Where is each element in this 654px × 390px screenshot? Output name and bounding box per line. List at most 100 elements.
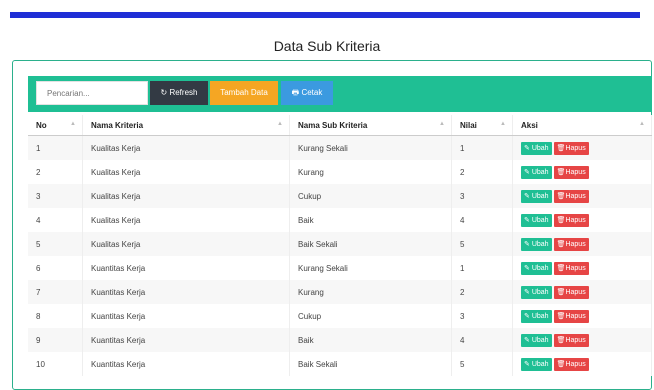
edit-button[interactable]: ✎ Ubah	[521, 309, 552, 323]
table-row: 1 Kualitas Kerja Kurang Sekali 1 ✎ Ubah 🗑Hapu…	[28, 135, 652, 160]
table-row: 8 Kuantitas Kerja Cukup 3 ✎ Ubah 🗑Hapus	[28, 304, 652, 328]
delete-button[interactable]: 🗑Hapus	[553, 285, 589, 299]
cell-no: 5	[28, 232, 83, 256]
table-row: 7 Kuantitas Kerja Kurang 2 ✎ Ubah 🗑Hapus	[28, 280, 652, 304]
cell-nama-kriteria: Kuantitas Kerja	[82, 304, 290, 328]
refresh-label: Refresh	[169, 88, 198, 97]
sort-icon: ▲	[639, 121, 645, 127]
table-row: 5 Kualitas Kerja Baik Sekali 5 ✎ Ubah 🗑Hapus	[28, 232, 652, 256]
cell-no: 1	[28, 135, 83, 160]
cell-no: 10	[28, 352, 83, 376]
edit-button[interactable]: ✎ Ubah	[521, 189, 552, 203]
edit-button[interactable]: ✎ Ubah	[521, 357, 552, 371]
cell-nilai: 4	[451, 328, 513, 352]
cell-nama-kriteria: Kuantitas Kerja	[82, 256, 290, 280]
cell-aksi: ✎ Ubah 🗑Hapus	[512, 256, 652, 280]
sort-icon: ▲	[500, 121, 506, 127]
cell-nama-sub-kriteria: Kurang	[289, 280, 452, 304]
edit-button[interactable]: ✎ Ubah	[521, 165, 552, 179]
edit-icon: ✎	[524, 216, 530, 224]
cell-aksi: ✎ Ubah 🗑Hapus	[512, 208, 652, 232]
cell-no: 7	[28, 280, 83, 304]
header-aksi[interactable]: Aksi ▲	[512, 115, 652, 136]
table-row: 10 Kuantitas Kerja Baik Sekali 5 ✎ Ubah 🗑Hapu…	[28, 352, 652, 376]
delete-button[interactable]: 🗑Hapus	[553, 165, 589, 179]
header-nama-kriteria[interactable]: Nama Kriteria ▲	[82, 115, 290, 136]
sort-icon: ▲	[277, 121, 283, 127]
cell-nama-sub-kriteria: Cukup	[289, 184, 452, 208]
table-row: 3 Kualitas Kerja Cukup 3 ✎ Ubah 🗑Hapus	[28, 184, 652, 208]
edit-icon: ✎	[524, 336, 530, 344]
search-input[interactable]	[36, 81, 148, 105]
cell-nilai: 2	[451, 280, 513, 304]
cell-nama-kriteria: Kualitas Kerja	[82, 135, 290, 160]
cell-nama-sub-kriteria: Baik Sekali	[289, 352, 452, 376]
cell-nilai: 1	[451, 135, 513, 160]
edit-icon: ✎	[524, 144, 530, 152]
edit-button[interactable]: ✎ Ubah	[521, 237, 552, 251]
header-nilai[interactable]: Nilai ▲	[451, 115, 513, 136]
edit-icon: ✎	[524, 360, 530, 368]
cell-nama-kriteria: Kualitas Kerja	[82, 184, 290, 208]
add-data-button[interactable]: Tambah Data	[210, 81, 278, 105]
cell-no: 4	[28, 208, 83, 232]
cell-nama-kriteria: Kualitas Kerja	[82, 232, 290, 256]
edit-icon: ✎	[524, 288, 530, 296]
cell-nilai: 3	[451, 304, 513, 328]
cell-nilai: 4	[451, 208, 513, 232]
page-title: Data Sub Kriteria	[273, 38, 381, 54]
cell-nama-kriteria: Kuantitas Kerja	[82, 352, 290, 376]
cell-nama-sub-kriteria: Baik	[289, 328, 452, 352]
header-no[interactable]: No ▲	[28, 115, 83, 136]
delete-button[interactable]: 🗑Hapus	[553, 261, 589, 275]
edit-icon: ✎	[524, 192, 530, 200]
table-row: 4 Kualitas Kerja Baik 4 ✎ Ubah 🗑Hapus	[28, 208, 652, 232]
top-bar	[10, 12, 640, 18]
cell-nama-sub-kriteria: Kurang	[289, 160, 452, 184]
cell-no: 3	[28, 184, 83, 208]
edit-button[interactable]: ✎ Ubah	[521, 213, 552, 227]
delete-button[interactable]: 🗑Hapus	[553, 237, 589, 251]
cell-nilai: 5	[451, 232, 513, 256]
edit-button[interactable]: ✎ Ubah	[521, 141, 552, 155]
cell-nama-kriteria: Kualitas Kerja	[82, 208, 290, 232]
cell-nama-sub-kriteria: Kurang Sekali	[289, 135, 452, 160]
cell-no: 9	[28, 328, 83, 352]
delete-button[interactable]: 🗑Hapus	[553, 333, 589, 347]
cell-no: 2	[28, 160, 83, 184]
cell-aksi: ✎ Ubah 🗑Hapus	[512, 352, 652, 376]
cell-aksi: ✎ Ubah 🗑Hapus	[512, 280, 652, 304]
edit-button[interactable]: ✎ Ubah	[521, 261, 552, 275]
table-row: 6 Kuantitas Kerja Kurang Sekali 1 ✎ Ubah 🗑Hap…	[28, 256, 652, 280]
cell-nama-sub-kriteria: Baik Sekali	[289, 232, 452, 256]
cell-no: 6	[28, 256, 83, 280]
print-button[interactable]: 🖶 Cetak	[281, 81, 333, 105]
edit-icon: ✎	[524, 312, 530, 320]
edit-icon: ✎	[524, 168, 530, 176]
cell-aksi: ✎ Ubah 🗑Hapus	[512, 135, 652, 160]
table-row: 9 Kuantitas Kerja Baik 4 ✎ Ubah 🗑Hapus	[28, 328, 652, 352]
cell-nama-kriteria: Kualitas Kerja	[82, 160, 290, 184]
delete-button[interactable]: 🗑Hapus	[553, 141, 589, 155]
refresh-button[interactable]: ↻ Refresh	[150, 81, 208, 105]
cell-no: 8	[28, 304, 83, 328]
edit-button[interactable]: ✎ Ubah	[521, 333, 552, 347]
table-row: 2 Kualitas Kerja Kurang 2 ✎ Ubah 🗑Hapus	[28, 160, 652, 184]
cell-nilai: 5	[451, 352, 513, 376]
cell-aksi: ✎ Ubah 🗑Hapus	[512, 328, 652, 352]
cell-nilai: 3	[451, 184, 513, 208]
cell-aksi: ✎ Ubah 🗑Hapus	[512, 184, 652, 208]
delete-button[interactable]: 🗑Hapus	[553, 189, 589, 203]
refresh-icon: ↻	[160, 88, 168, 97]
cell-aksi: ✎ Ubah 🗑Hapus	[512, 232, 652, 256]
sort-icon: ▲	[439, 121, 445, 127]
cell-aksi: ✎ Ubah 🗑Hapus	[512, 304, 652, 328]
delete-button[interactable]: 🗑Hapus	[553, 213, 589, 227]
edit-icon: ✎	[524, 264, 530, 272]
header-nama-sub-kriteria[interactable]: Nama Sub Kriteria ▲	[289, 115, 452, 136]
print-label: Cetak	[301, 88, 323, 97]
cell-nilai: 2	[451, 160, 513, 184]
delete-button[interactable]: 🗑Hapus	[553, 357, 589, 371]
edit-button[interactable]: ✎ Ubah	[521, 285, 552, 299]
delete-button[interactable]: 🗑Hapus	[553, 309, 589, 323]
